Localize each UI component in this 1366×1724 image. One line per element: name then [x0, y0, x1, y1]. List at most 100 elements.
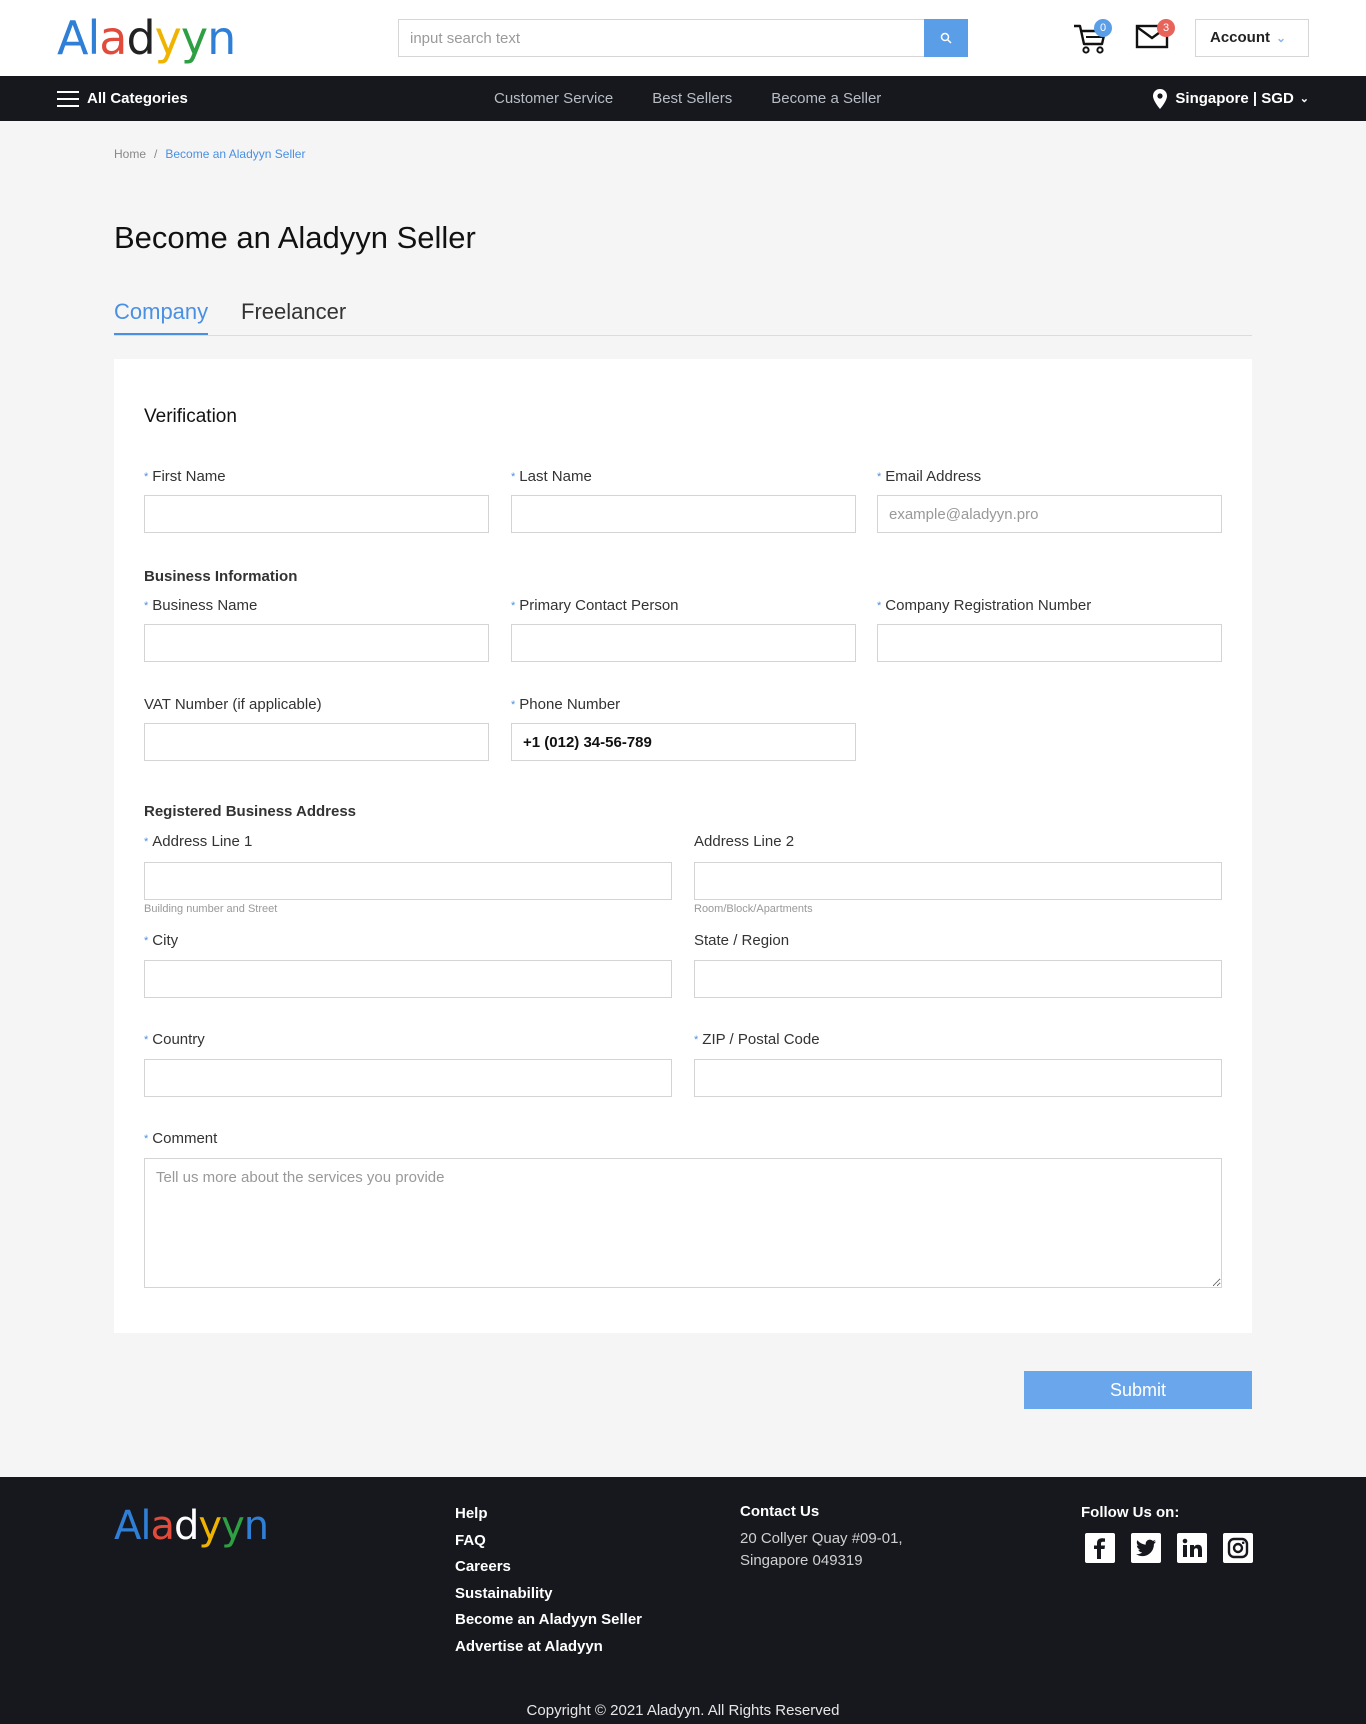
messages-button[interactable]: 3: [1135, 19, 1175, 54]
mail-count-badge: 3: [1157, 19, 1175, 37]
required-marker: *: [877, 471, 882, 483]
required-marker: *: [144, 471, 149, 483]
first-name-label: * First Name: [144, 468, 226, 485]
contact-address-line2: Singapore 049319: [740, 1552, 863, 1569]
footer-link-sustainability[interactable]: Sustainability: [455, 1581, 642, 1608]
account-label: Account: [1210, 29, 1270, 46]
copyright: Copyright © 2021 Aladyyn. All Rights Res…: [526, 1702, 840, 1719]
country-label: * Country: [144, 1031, 205, 1048]
logo-letter: A: [114, 1503, 141, 1549]
business-name-field[interactable]: [144, 624, 489, 662]
required-marker: *: [144, 1034, 149, 1046]
footer-logo[interactable]: Aladyyn: [114, 1498, 269, 1554]
submit-button[interactable]: Submit: [1024, 1371, 1252, 1409]
footer-link-careers[interactable]: Careers: [455, 1554, 642, 1581]
last-name-field[interactable]: [511, 495, 856, 533]
nav-link-best-sellers[interactable]: Best Sellers: [652, 90, 732, 107]
menu-icon: [57, 90, 79, 108]
contact-heading: Contact Us: [740, 1503, 820, 1520]
region-label: Singapore | SGD: [1175, 90, 1294, 107]
required-marker: *: [877, 600, 882, 612]
label-text: ZIP / Postal Code: [702, 1031, 820, 1048]
top-header: Aladyyn 0 3 Account ⌄: [0, 0, 1366, 76]
label-text: Company Registration Number: [885, 597, 1092, 614]
contact-address-line1: 20 Collyer Quay #09-01,: [740, 1530, 903, 1547]
label-text: City: [152, 932, 179, 949]
phone-field[interactable]: [511, 723, 856, 761]
breadcrumb-current[interactable]: Become an Aladyyn Seller: [165, 147, 305, 161]
logo-letter: n: [243, 1503, 269, 1549]
primary-contact-field[interactable]: [511, 624, 856, 662]
account-dropdown[interactable]: Account ⌄: [1195, 19, 1309, 57]
required-marker: *: [144, 836, 149, 848]
required-marker: *: [694, 1034, 699, 1046]
address-heading: Registered Business Address: [144, 803, 357, 820]
address2-label: Address Line 2: [694, 833, 795, 850]
facebook-icon[interactable]: [1085, 1533, 1115, 1563]
footer: Aladyyn Help FAQ Careers Sustainability …: [0, 1477, 1366, 1724]
label-text: Comment: [152, 1130, 218, 1147]
label-text: Business Name: [152, 597, 258, 614]
city-field[interactable]: [144, 960, 672, 998]
first-name-field[interactable]: [144, 495, 489, 533]
follow-label: Follow Us on:: [1081, 1504, 1180, 1521]
required-marker: *: [511, 600, 516, 612]
footer-link-faq[interactable]: FAQ: [455, 1528, 642, 1555]
primary-contact-label: * Primary Contact Person: [511, 597, 679, 614]
seller-form-card: Verification * First Name * Last Name * Ema…: [114, 359, 1252, 1333]
nav-link-become-seller[interactable]: Become a Seller: [771, 90, 881, 107]
last-name-label: * Last Name: [511, 468, 592, 485]
instagram-icon[interactable]: [1223, 1533, 1253, 1563]
twitter-icon[interactable]: [1131, 1533, 1161, 1563]
footer-link-advertise[interactable]: Advertise at Aladyyn: [455, 1634, 642, 1661]
search-button[interactable]: [924, 19, 968, 57]
seller-type-tabs: Company Freelancer: [114, 299, 1252, 336]
cart-button[interactable]: 0: [1072, 19, 1112, 58]
comment-textarea[interactable]: [144, 1158, 1222, 1288]
required-marker: *: [144, 935, 149, 947]
linkedin-icon[interactable]: [1177, 1533, 1207, 1563]
search-icon: [940, 32, 952, 44]
address1-field[interactable]: [144, 862, 672, 900]
nav-links: Customer Service Best Sellers Become a S…: [494, 76, 920, 121]
label-text: Phone Number: [519, 696, 621, 713]
email-field[interactable]: [877, 495, 1222, 533]
logo-letter: a: [150, 1503, 175, 1549]
breadcrumb: Home / Become an Aladyyn Seller: [114, 147, 305, 161]
zip-field[interactable]: [694, 1059, 1222, 1097]
social-links: [1085, 1533, 1269, 1563]
required-marker: *: [511, 471, 516, 483]
address2-field[interactable]: [694, 862, 1222, 900]
required-marker: *: [511, 699, 516, 711]
contact-block: Contact Us 20 Collyer Quay #09-01, Singa…: [740, 1503, 903, 1572]
state-field[interactable]: [694, 960, 1222, 998]
chevron-down-icon: ⌄: [1275, 31, 1286, 45]
city-label: * City: [144, 932, 178, 949]
country-field[interactable]: [144, 1059, 672, 1097]
logo-letter: y: [180, 11, 208, 65]
label-text: Email Address: [885, 468, 982, 485]
company-reg-field[interactable]: [877, 624, 1222, 662]
tab-freelancer[interactable]: Freelancer: [241, 299, 346, 333]
tab-company[interactable]: Company: [114, 299, 209, 335]
business-name-label: * Business Name: [144, 597, 257, 614]
brand-logo[interactable]: Aladyyn: [57, 10, 236, 66]
search-input[interactable]: [399, 20, 925, 56]
nav-link-customer-service[interactable]: Customer Service: [494, 90, 613, 107]
footer-links: Help FAQ Careers Sustainability Become a…: [455, 1501, 642, 1660]
all-categories-button[interactable]: All Categories: [57, 76, 188, 121]
logo-letter: y: [154, 11, 182, 65]
footer-link-help[interactable]: Help: [455, 1501, 642, 1528]
label-text: Last Name: [519, 468, 592, 485]
phone-label: * Phone Number: [511, 696, 620, 713]
label-text: Country: [152, 1031, 205, 1048]
location-pin-icon: [1153, 88, 1168, 109]
region-selector[interactable]: Singapore | SGD ⌄: [1152, 76, 1309, 121]
all-categories-label: All Categories: [87, 90, 188, 107]
form-heading: Verification: [144, 406, 237, 427]
breadcrumb-home[interactable]: Home: [114, 147, 146, 161]
vat-field[interactable]: [144, 723, 489, 761]
main-navbar: All Categories Customer Service Best Sel…: [0, 76, 1366, 121]
footer-link-become-seller[interactable]: Become an Aladyyn Seller: [455, 1607, 642, 1634]
chevron-down-icon: ⌄: [1299, 93, 1309, 105]
